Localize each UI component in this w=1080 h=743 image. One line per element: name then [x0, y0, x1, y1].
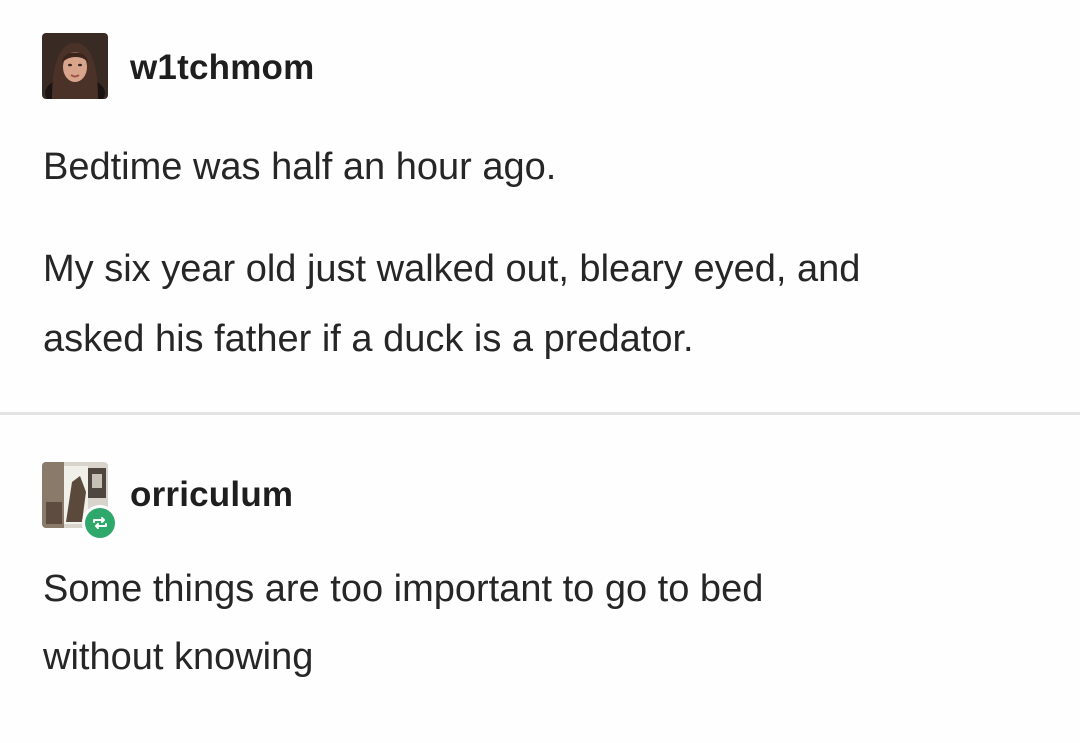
text-line: without knowing [43, 636, 314, 678]
text-line: Bedtime was half an hour ago. [43, 146, 557, 188]
post-paragraph: Bedtime was half an hour ago. [43, 144, 556, 190]
post-paragraph: My six year old just walked out, bleary … [43, 246, 860, 362]
post-username[interactable]: w1tchmom [130, 48, 314, 88]
tumblr-post-thread: w1tchmom Bedtime was half an hour ago. M… [0, 0, 1080, 743]
avatar[interactable] [42, 33, 108, 99]
post-paragraph: Some things are too important to go to b… [43, 566, 763, 680]
avatar-photo-icon [42, 33, 108, 99]
post-username[interactable]: orriculum [130, 475, 293, 515]
text-line: Some things are too important to go to b… [43, 568, 764, 610]
text-line: asked his father if a duck is a predator… [43, 318, 694, 360]
reblog-icon [93, 517, 107, 529]
reblog-badge [82, 505, 118, 541]
text-line: My six year old just walked out, bleary … [43, 248, 861, 290]
